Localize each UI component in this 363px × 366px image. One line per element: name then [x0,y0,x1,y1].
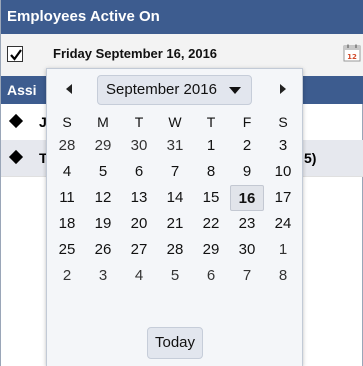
calendar-day[interactable]: 13 [121,185,157,211]
chevron-down-icon [229,87,241,94]
weekday-label: T [134,114,144,130]
today-button[interactable]: Today [147,327,203,359]
calendar-day[interactable]: 29 [193,237,229,263]
calendar-week-row: 18 19 20 21 22 23 24 [49,211,301,237]
calendar-day[interactable]: 17 [265,185,301,211]
calendar-day[interactable]: 19 [85,211,121,237]
calendar-day[interactable]: 31 [157,133,193,159]
calendar-day[interactable]: 29 [85,133,121,159]
calendar-day[interactable]: 4 [49,159,85,185]
calendar-day[interactable]: 5 [85,159,121,185]
calendar-day[interactable]: 8 [265,263,301,289]
calendar-day[interactable]: 2 [229,133,265,159]
calendar-day[interactable]: 2 [49,263,85,289]
calendar-day[interactable]: 21 [157,211,193,237]
calendar-day[interactable]: 15 [193,185,229,211]
weekday-label: W [168,114,182,130]
checkmark-icon [10,49,22,61]
datepicker-popup: September 2016 S M T W T F S 28 29 30 31 1 2 3… [46,68,303,366]
employees-panel: Employees Active On Friday September 16,… [0,0,363,366]
calendar-day[interactable]: 24 [265,211,301,237]
bullet-diamond-icon [8,113,24,129]
calendar-week-row: 2345678 [49,263,301,289]
calendar-week-row: 4 5 6 7 8 9 10 [49,159,301,185]
calendar-week-row: 11 12 13 14 15 16 17 [49,185,301,211]
calendar-day[interactable]: 20 [121,211,157,237]
calendar-day-selected[interactable]: 16 [230,185,264,211]
calendar-day[interactable]: 26 [85,237,121,263]
month-select[interactable]: September 2016 [97,75,252,105]
calendar-day[interactable]: 6 [193,263,229,289]
calendar-day[interactable]: 6 [121,159,157,185]
weekday-label: F [242,114,252,130]
calendar-day[interactable]: 11 [49,185,85,211]
calendar-day[interactable]: 10 [265,159,301,185]
calendar-day[interactable]: 30 [121,133,157,159]
active-on-checkbox[interactable] [7,46,23,62]
bullet-diamond-icon [8,149,24,165]
next-month-arrow-icon[interactable] [275,79,291,99]
calendar-day[interactable]: 12 [85,185,121,211]
calendar-day[interactable]: 28 [49,133,85,159]
prev-month-arrow-icon[interactable] [61,79,77,99]
weekday-label: M [97,114,109,130]
calendar-day[interactable]: 5 [157,263,193,289]
calendar-day[interactable]: 18 [49,211,85,237]
month-label: September 2016 [106,81,217,98]
calendar-day[interactable]: 14 [157,185,193,211]
calendar-day[interactable]: 3 [85,263,121,289]
weekday-label: T [206,114,216,130]
calendar-week-row: 25 26 27 28 29 30 1 [49,237,301,263]
calendar-day[interactable]: 7 [229,263,265,289]
calendar-day[interactable]: 23 [229,211,265,237]
weekday-header: S M T W T F S [49,111,301,133]
weekday-label: S [278,114,288,130]
weekday-label: S [62,114,72,130]
calendar-day[interactable]: 30 [229,237,265,263]
calendar-icon[interactable]: 12 [343,44,361,62]
calendar-grid: S M T W T F S 28 29 30 31 1 2 3 4 5 6 7 8 9 10 11 12 13 1… [49,111,301,289]
calendar-day[interactable]: 8 [193,159,229,185]
calendar-day[interactable]: 22 [193,211,229,237]
calendar-day[interactable]: 3 [265,133,301,159]
calendar-week-row: 28 29 30 31 1 2 3 [49,133,301,159]
calendar-day[interactable]: 4 [121,263,157,289]
panel-title: Employees Active On [1,0,363,34]
calendar-day[interactable]: 9 [229,159,265,185]
calendar-day[interactable]: 25 [49,237,85,263]
svg-text:12: 12 [347,53,357,61]
list-item-count: 5) [304,150,317,166]
selected-date-label: Friday September 16, 2016 [53,46,218,61]
calendar-day[interactable]: 28 [157,237,193,263]
calendar-day[interactable]: 27 [121,237,157,263]
calendar-day[interactable]: 7 [157,159,193,185]
calendar-day[interactable]: 1 [193,133,229,159]
calendar-day[interactable]: 1 [265,237,301,263]
